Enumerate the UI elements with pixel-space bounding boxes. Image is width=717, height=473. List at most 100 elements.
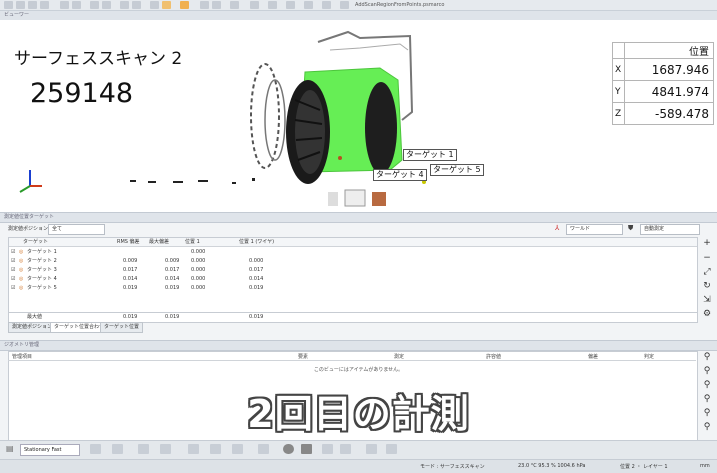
table-row[interactable]: ☑ ◎ ターゲット 3 0.017 0.017 0.000 0.017 (9, 266, 697, 274)
measure-mode-select[interactable]: 自動測定 (640, 224, 700, 235)
col-target[interactable]: ターゲット (23, 238, 48, 246)
col-element[interactable]: 要素 (298, 353, 308, 360)
export-icon[interactable]: ⇲ (702, 295, 712, 305)
row-max: 0.019 (165, 285, 180, 291)
remove-icon[interactable]: − (702, 253, 712, 263)
toolbar-icon[interactable] (188, 444, 199, 454)
toolbar-icon[interactable] (132, 1, 141, 9)
target-icon: ◎ (19, 258, 24, 264)
table-row[interactable]: ☑ ◎ ターゲット 4 0.014 0.014 0.000 0.014 (9, 275, 697, 283)
position-y-value: 4841.974 (624, 80, 714, 103)
ring-inner (264, 79, 286, 161)
toolbar-icon[interactable] (366, 444, 377, 454)
toolbar-icon[interactable] (268, 1, 277, 9)
row-max: 0.017 (165, 267, 180, 273)
tab-measured-position[interactable]: 測定値ポジション (8, 322, 57, 333)
row-checkbox[interactable]: ☑ (11, 257, 15, 265)
toolbar-icon-active[interactable] (180, 1, 189, 9)
tab-target-position[interactable]: ターゲット位置 (100, 322, 144, 333)
axis-label-y: Y (612, 80, 625, 103)
toolbar-icon[interactable] (150, 1, 159, 9)
stop-icon[interactable] (301, 444, 312, 454)
col-measured[interactable]: 測定 (394, 353, 404, 360)
col-judgement[interactable]: 判定 (644, 353, 654, 360)
col-item[interactable]: 管理項目 (12, 353, 32, 360)
toolbar-icon[interactable] (200, 1, 209, 9)
settings-icon[interactable]: ⚙ (702, 309, 712, 319)
tool-icon[interactable]: ⚲ (702, 366, 712, 376)
toolbar-icon[interactable] (160, 444, 171, 454)
table-row[interactable]: ☑ ◎ ターゲット 2 0.009 0.009 0.000 0.000 (9, 257, 697, 265)
toolbar-icon[interactable] (210, 444, 221, 454)
row-checkbox[interactable]: ☑ (11, 266, 15, 274)
toolbar-icon[interactable] (112, 444, 123, 454)
target-label-5[interactable]: ターゲット 5 (430, 164, 484, 176)
table-row[interactable]: ☑ ◎ ターゲット 1 0.000 (9, 248, 697, 256)
row-checkbox[interactable]: ☑ (11, 275, 15, 283)
target-label-4[interactable]: ターゲット 4 (373, 169, 427, 181)
toolbar-icon[interactable] (120, 1, 129, 9)
coordinate-select[interactable]: ワールド (566, 224, 623, 235)
scanner-icon[interactable]: ▤ (6, 444, 14, 453)
tool-icon[interactable]: ⚲ (702, 352, 712, 362)
target-label-1[interactable]: ターゲット 1 (403, 149, 457, 161)
toolbar-icon-active[interactable] (162, 1, 171, 9)
max-row-pos2: 0.019 (249, 314, 264, 320)
toolbar-icon[interactable] (232, 444, 243, 454)
status-bar: モード : サーフェススキャン 23.0 °C 95.3 % 1004.6 hP… (0, 459, 717, 473)
3d-viewport[interactable]: サーフェススキャン 2 259148 位置 X 1687.946 Y 4841.97… (0, 20, 717, 212)
record-icon[interactable] (283, 444, 294, 454)
table-row[interactable]: ☑ ◎ ターゲット 5 0.019 0.019 0.000 0.019 (9, 284, 697, 292)
col-max[interactable]: 最大偏差 (149, 238, 169, 246)
toolbar-icon[interactable] (322, 1, 331, 9)
drum-back (365, 82, 397, 174)
toolbar-icon[interactable] (90, 1, 99, 9)
toolbar-icon[interactable] (230, 1, 239, 9)
col-rms[interactable]: RMS 偏差 (117, 238, 140, 246)
toolbar-icon[interactable] (28, 1, 37, 9)
target-marker (338, 156, 342, 160)
toolbar-icon[interactable] (386, 444, 397, 454)
row-checkbox[interactable]: ☑ (11, 284, 15, 292)
shield-icon[interactable]: ⛊ (628, 224, 633, 233)
toolbar-icon[interactable] (258, 444, 269, 454)
refresh-icon[interactable]: ↻ (702, 281, 712, 291)
filter-select[interactable]: 全て (48, 224, 105, 235)
scan-point-count: 259148 (30, 78, 134, 109)
toolbar-icon[interactable] (250, 1, 259, 9)
empty-message: このビューにはアイテムがありません。 (313, 367, 404, 373)
toolbar-icon[interactable] (102, 1, 111, 9)
row-checkbox[interactable]: ☑ (11, 248, 15, 256)
toolbar-icon[interactable] (340, 1, 349, 9)
col-tolerance[interactable]: 許容値 (486, 353, 501, 360)
toolbar-icon[interactable] (304, 1, 313, 9)
scan-title: サーフェススキャン 2 (14, 49, 183, 69)
toolbar-icon[interactable] (322, 444, 333, 454)
toolbar-icon[interactable] (72, 1, 81, 9)
col-pos1-wire[interactable]: 位置 1 (ワイヤ) (239, 238, 274, 246)
toolbar-icon[interactable] (212, 1, 221, 9)
scan-mode-select[interactable]: Stationary Fast (20, 444, 80, 456)
toolbar-icon[interactable] (138, 444, 149, 454)
add-icon[interactable]: + (702, 238, 712, 248)
toolbar-icon[interactable] (286, 1, 295, 9)
col-deviation[interactable]: 偏差 (588, 353, 598, 360)
row-name: ターゲット 5 (27, 285, 57, 291)
status-environment: 23.0 °C 95.3 % 1004.6 hPa (518, 463, 586, 469)
pdf-icon[interactable]: ⅄ (555, 224, 559, 232)
toolbar-icon[interactable] (40, 1, 49, 9)
toolbar-icon[interactable] (4, 1, 13, 9)
toolbar-icon[interactable] (16, 1, 25, 9)
toolbar-icon[interactable] (90, 444, 101, 454)
window-filename: AddScanRegionFromPoints.psmarco (355, 2, 445, 8)
row-pos2: 0.014 (249, 276, 264, 282)
row-name: ターゲット 3 (27, 267, 57, 273)
status-position: 位置 2 ・ レイヤー 1 (620, 464, 668, 470)
row-pos1: 0.000 (191, 249, 206, 255)
max-row: 最大値 0.019 0.019 0.019 (9, 312, 697, 321)
col-pos1[interactable]: 位置 1 (185, 238, 200, 246)
toolbar-icon[interactable] (340, 444, 351, 454)
toolbar-icon[interactable] (60, 1, 69, 9)
max-row-rms: 0.019 (123, 314, 138, 320)
expand-icon[interactable]: ⤢ (702, 267, 712, 277)
